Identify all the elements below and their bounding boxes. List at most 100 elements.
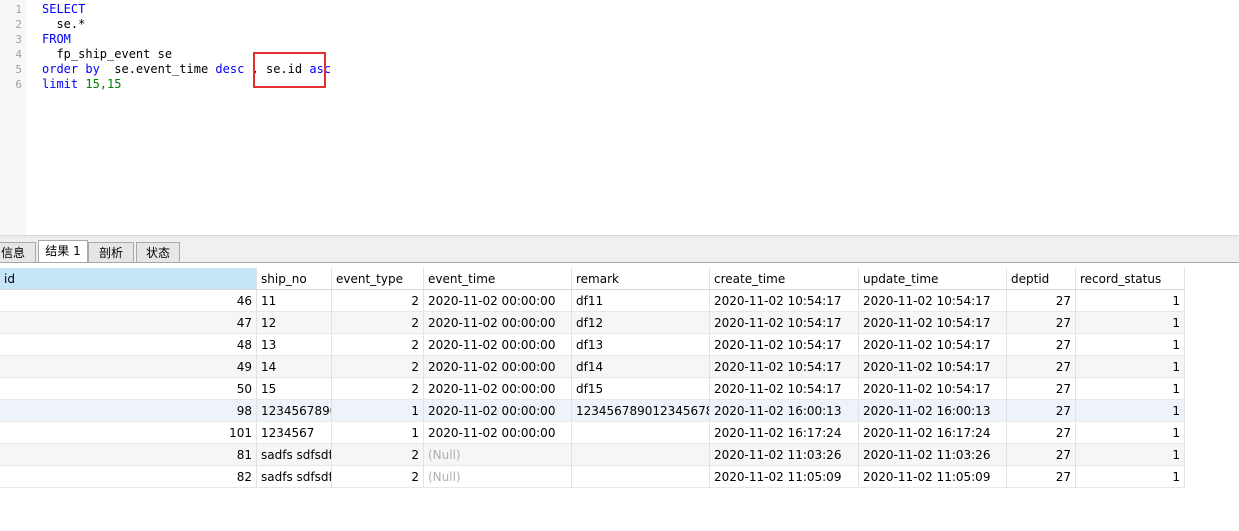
table-cell-id[interactable]: 50 — [0, 378, 257, 400]
table-cell-create-time[interactable]: 2020-11-02 16:00:13 — [710, 400, 859, 422]
tab-status[interactable]: 状态 — [136, 242, 180, 262]
table-cell-ship-no[interactable]: 1234567890123 — [257, 400, 332, 422]
table-cell-record-status[interactable]: 1 — [1076, 356, 1185, 378]
table-cell-deptid[interactable]: 27 — [1007, 400, 1076, 422]
table-cell-event-time[interactable]: 2020-11-02 00:00:00 — [424, 356, 572, 378]
column-header-event-time[interactable]: event_time — [424, 268, 572, 290]
sql-editor[interactable]: 1 2 3 4 5 6 SELECT se.* FROM fp_ship_eve… — [0, 0, 1239, 235]
table-cell-id[interactable]: 46 — [0, 290, 257, 312]
table-cell-event-type[interactable]: 2 — [332, 356, 424, 378]
table-cell-update-time[interactable]: 2020-11-02 10:54:17 — [859, 378, 1007, 400]
table-cell-event-type[interactable]: 1 — [332, 422, 424, 444]
table-cell-event-time[interactable]: (Null) — [424, 466, 572, 488]
table-cell-update-time[interactable]: 2020-11-02 11:03:26 — [859, 444, 1007, 466]
table-cell-remark[interactable]: df14 — [572, 356, 710, 378]
table-cell-event-type[interactable]: 2 — [332, 334, 424, 356]
table-cell-id[interactable]: 101 — [0, 422, 257, 444]
table-cell-create-time[interactable]: 2020-11-02 10:54:17 — [710, 356, 859, 378]
column-header-id[interactable]: id — [0, 268, 257, 290]
table-cell-deptid[interactable]: 27 — [1007, 312, 1076, 334]
table-cell-event-type[interactable]: 2 — [332, 444, 424, 466]
table-cell-event-time[interactable]: 2020-11-02 00:00:00 — [424, 400, 572, 422]
table-cell-event-time[interactable]: 2020-11-02 00:00:00 — [424, 422, 572, 444]
table-cell-event-type[interactable]: 2 — [332, 466, 424, 488]
table-cell-update-time[interactable]: 2020-11-02 10:54:17 — [859, 312, 1007, 334]
table-cell-ship-no[interactable]: 14 — [257, 356, 332, 378]
table-cell-ship-no[interactable]: sadfs sdfsdf — [257, 444, 332, 466]
table-cell-ship-no[interactable]: 1234567 — [257, 422, 332, 444]
table-cell-create-time[interactable]: 2020-11-02 11:03:26 — [710, 444, 859, 466]
table-cell-ship-no[interactable]: 13 — [257, 334, 332, 356]
table-cell-remark[interactable] — [572, 444, 710, 466]
table-cell-event-type[interactable]: 2 — [332, 290, 424, 312]
table-cell-deptid[interactable]: 27 — [1007, 378, 1076, 400]
table-cell-id[interactable]: 98 — [0, 400, 257, 422]
column-header-event-type[interactable]: event_type — [332, 268, 424, 290]
table-cell-create-time[interactable]: 2020-11-02 11:05:09 — [710, 466, 859, 488]
table-cell-deptid[interactable]: 27 — [1007, 290, 1076, 312]
table-cell-id[interactable]: 82 — [0, 466, 257, 488]
table-cell-record-status[interactable]: 1 — [1076, 466, 1185, 488]
table-cell-record-status[interactable]: 1 — [1076, 444, 1185, 466]
table-cell-event-time[interactable]: 2020-11-02 00:00:00 — [424, 312, 572, 334]
tab-profile[interactable]: 剖析 — [88, 242, 134, 262]
table-cell-id[interactable]: 48 — [0, 334, 257, 356]
table-cell-deptid[interactable]: 27 — [1007, 422, 1076, 444]
table-cell-create-time[interactable]: 2020-11-02 10:54:17 — [710, 312, 859, 334]
table-cell-event-type[interactable]: 2 — [332, 312, 424, 334]
table-cell-remark[interactable]: df11 — [572, 290, 710, 312]
table-cell-id[interactable]: 81 — [0, 444, 257, 466]
tab-result-1[interactable]: 结果 1 — [38, 240, 88, 263]
table-cell-id[interactable]: 49 — [0, 356, 257, 378]
table-cell-event-type[interactable]: 2 — [332, 378, 424, 400]
table-cell-create-time[interactable]: 2020-11-02 10:54:17 — [710, 290, 859, 312]
table-cell-record-status[interactable]: 1 — [1076, 422, 1185, 444]
table-cell-record-status[interactable]: 1 — [1076, 334, 1185, 356]
tab-info[interactable]: 信息 — [0, 242, 36, 262]
table-cell-remark[interactable]: df13 — [572, 334, 710, 356]
column-header-record-status[interactable]: record_status — [1076, 268, 1185, 290]
table-cell-deptid[interactable]: 27 — [1007, 334, 1076, 356]
table-cell-deptid[interactable]: 27 — [1007, 444, 1076, 466]
table-cell-remark[interactable] — [572, 466, 710, 488]
table-cell-deptid[interactable]: 27 — [1007, 356, 1076, 378]
table-cell-event-type[interactable]: 1 — [332, 400, 424, 422]
table-cell-ship-no[interactable]: 11 — [257, 290, 332, 312]
annotation-highlight-box — [253, 52, 326, 88]
table-cell-create-time[interactable]: 2020-11-02 10:54:17 — [710, 334, 859, 356]
table-cell-ship-no[interactable]: 12 — [257, 312, 332, 334]
line-number-gutter: 1 2 3 4 5 6 — [0, 0, 26, 235]
table-cell-create-time[interactable]: 2020-11-02 10:54:17 — [710, 378, 859, 400]
table-cell-ship-no[interactable]: 15 — [257, 378, 332, 400]
table-cell-update-time[interactable]: 2020-11-02 16:17:24 — [859, 422, 1007, 444]
table-cell-ship-no[interactable]: sadfs sdfsdf — [257, 466, 332, 488]
column-header-deptid[interactable]: deptid — [1007, 268, 1076, 290]
table-cell-update-time[interactable]: 2020-11-02 16:00:13 — [859, 400, 1007, 422]
table-cell-remark[interactable]: df12 — [572, 312, 710, 334]
table-cell-record-status[interactable]: 1 — [1076, 400, 1185, 422]
column-header-remark[interactable]: remark — [572, 268, 710, 290]
column-header-create-time[interactable]: create_time — [710, 268, 859, 290]
table-cell-deptid[interactable]: 27 — [1007, 466, 1076, 488]
table-cell-record-status[interactable]: 1 — [1076, 290, 1185, 312]
code-line-6: limit 15,15 — [42, 77, 121, 92]
table-cell-remark[interactable]: 12345678901234567890 — [572, 400, 710, 422]
table-cell-record-status[interactable]: 1 — [1076, 312, 1185, 334]
table-cell-event-time[interactable]: 2020-11-02 00:00:00 — [424, 378, 572, 400]
table-cell-update-time[interactable]: 2020-11-02 10:54:17 — [859, 334, 1007, 356]
table-cell-event-time[interactable]: 2020-11-02 00:00:00 — [424, 290, 572, 312]
table-cell-remark[interactable] — [572, 422, 710, 444]
table-cell-id[interactable]: 47 — [0, 312, 257, 334]
table-cell-event-time[interactable]: 2020-11-02 00:00:00 — [424, 334, 572, 356]
sql-text: fp_ship_event se — [42, 47, 173, 61]
column-header-update-time[interactable]: update_time — [859, 268, 1007, 290]
table-cell-update-time[interactable]: 2020-11-02 10:54:17 — [859, 356, 1007, 378]
table-cell-update-time[interactable]: 2020-11-02 11:05:09 — [859, 466, 1007, 488]
sql-keyword: SELECT — [42, 2, 86, 16]
table-cell-update-time[interactable]: 2020-11-02 10:54:17 — [859, 290, 1007, 312]
table-cell-event-time[interactable]: (Null) — [424, 444, 572, 466]
table-cell-remark[interactable]: df15 — [572, 378, 710, 400]
table-cell-create-time[interactable]: 2020-11-02 16:17:24 — [710, 422, 859, 444]
table-cell-record-status[interactable]: 1 — [1076, 378, 1185, 400]
column-header-ship-no[interactable]: ship_no — [257, 268, 332, 290]
